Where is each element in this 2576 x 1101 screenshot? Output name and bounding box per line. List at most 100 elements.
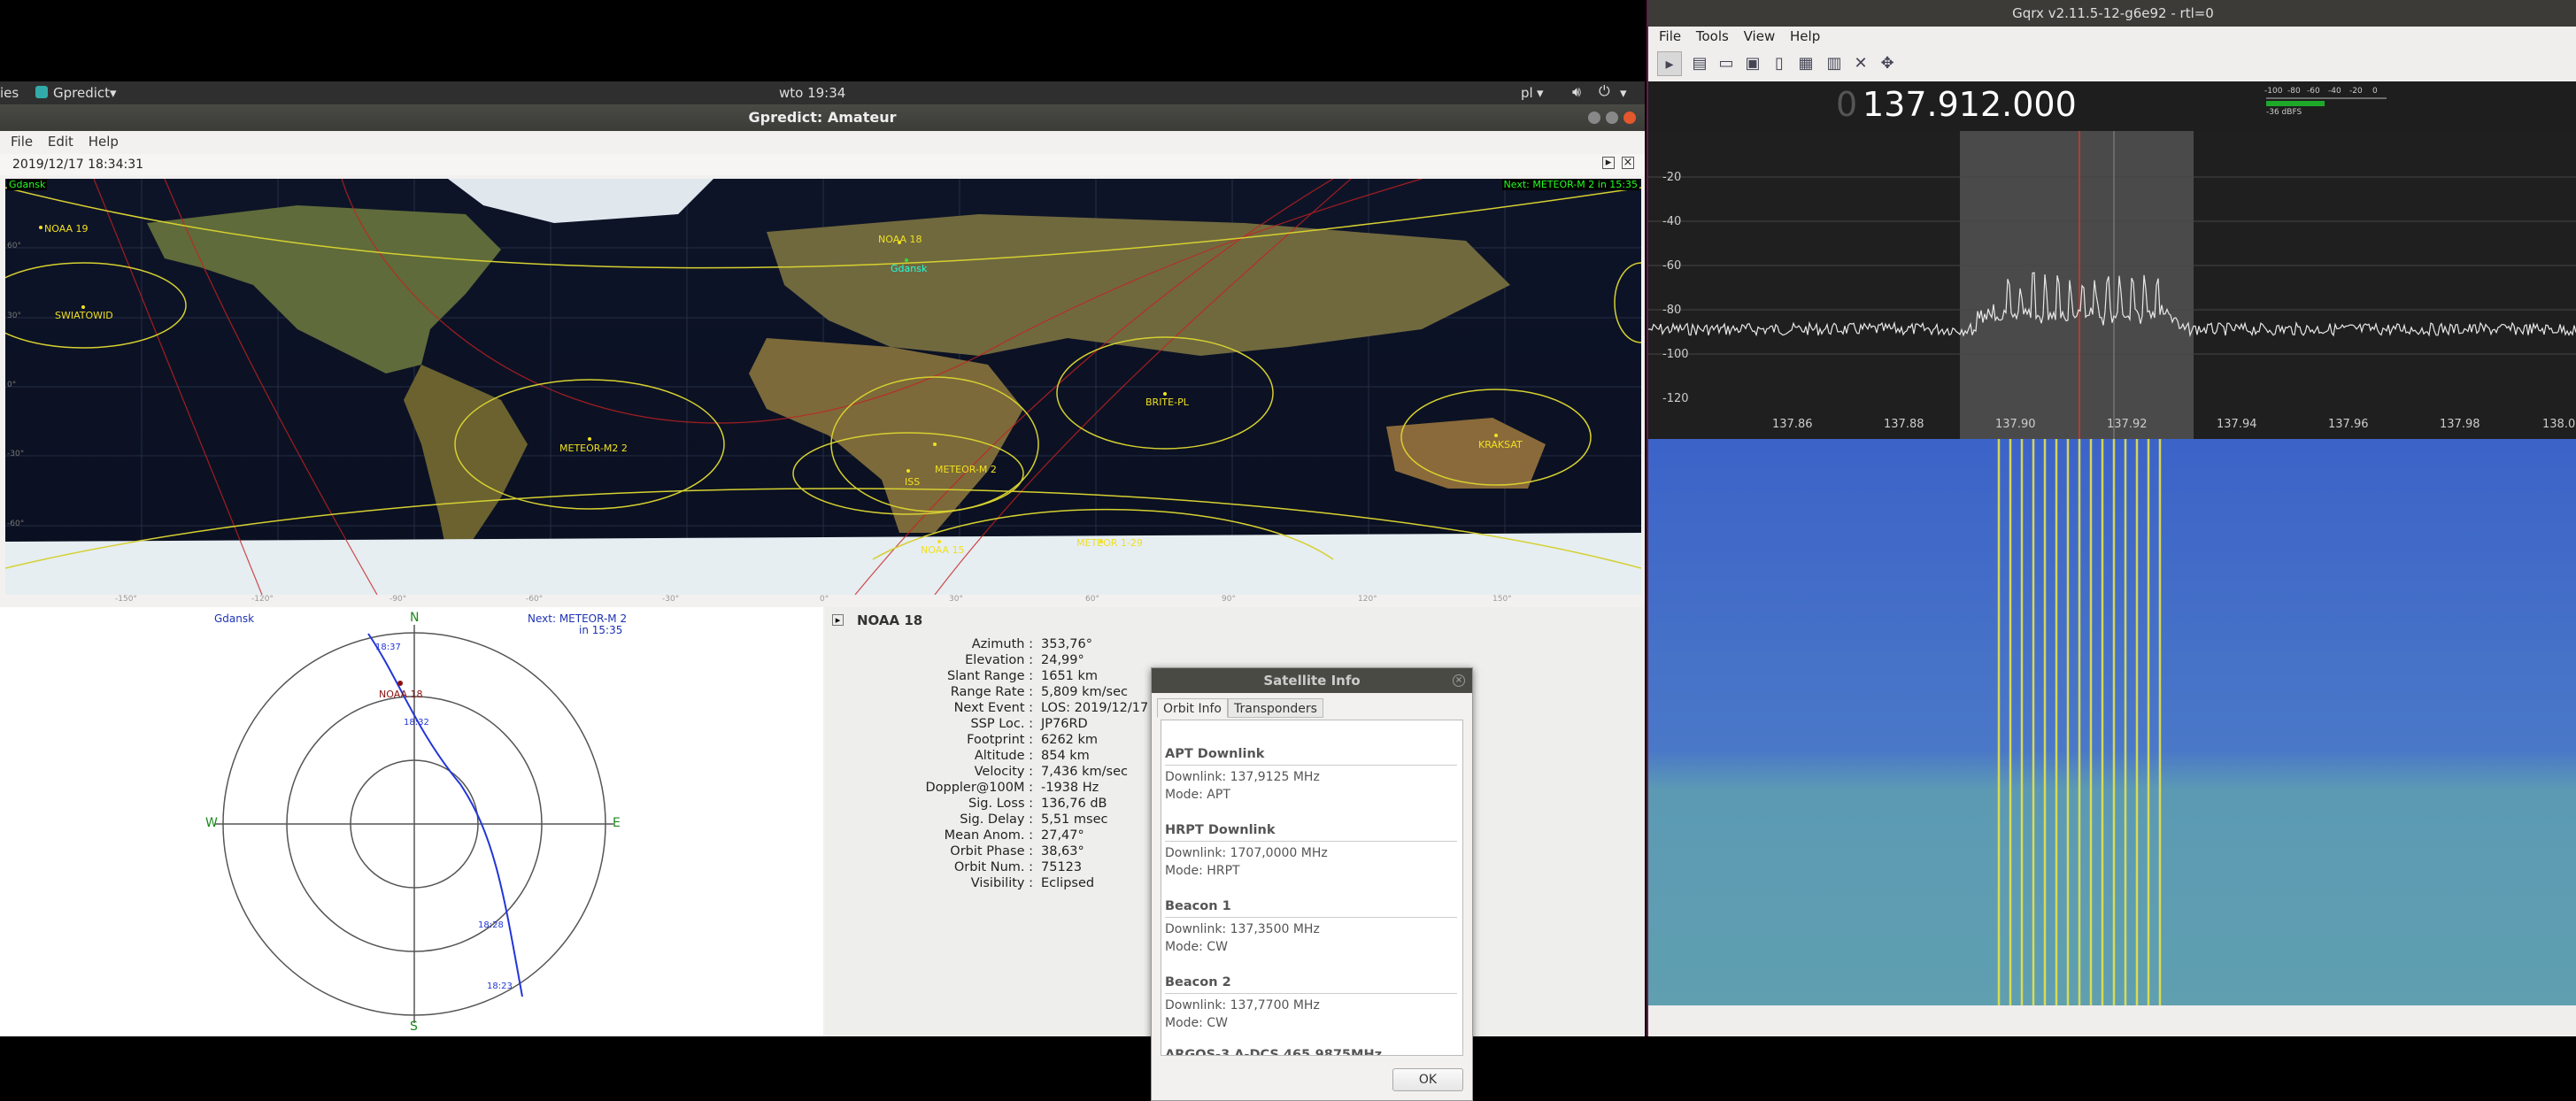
window-title: Gqrx v2.11.5-12-g6e92 - rtl=0 — [2012, 5, 2214, 21]
world-map[interactable]: Gdansk Next: METEOR-M 2 in 15:35 NOAA 19… — [5, 179, 1641, 595]
tab-transponders[interactable]: Transponders — [1228, 698, 1323, 718]
polar-plot — [215, 625, 613, 1023]
module-close-icon[interactable]: × — [1622, 157, 1634, 169]
divider — [1165, 765, 1457, 766]
power-on-icon[interactable]: ▸ — [1657, 51, 1682, 76]
detail-key: Elevation : — [965, 653, 1033, 667]
app-menu-button[interactable]: Gpredict — [53, 85, 110, 101]
lon-label: -60° — [526, 595, 544, 604]
map-sat-label[interactable]: ISS — [905, 476, 920, 488]
y-tick-label: -100 — [1662, 348, 1689, 361]
map-sat-label[interactable]: SWIATOWID — [55, 310, 113, 321]
clock[interactable]: wto 19:34 — [779, 85, 845, 101]
y-tick-label: -20 — [1662, 171, 1682, 184]
detail-key: Velocity : — [974, 765, 1033, 779]
x-tick-label: 137.96 — [2328, 418, 2369, 431]
lat-label: 60° — [7, 242, 21, 250]
map-sat-label[interactable]: METEOR-M2 2 — [559, 443, 628, 454]
module-timestamp: 2019/12/17 18:34:31 ▸ × — [0, 154, 1645, 175]
frequency-prefix[interactable]: 0 — [1836, 85, 1857, 124]
menu-help[interactable]: Help — [89, 131, 119, 152]
detail-row: Azimuth : 353,76° — [825, 637, 1285, 653]
transponder-mode: Mode: CW — [1165, 940, 1228, 954]
document-icon[interactable]: ▯ — [1767, 51, 1792, 76]
gqrx-title-bar: Gqrx v2.11.5-12-g6e92 - rtl=0 — [1648, 0, 2576, 27]
activities-button[interactable]: ies — [0, 85, 19, 101]
device-icon[interactable]: ▤ — [1687, 51, 1712, 76]
fft-spectrum-plot[interactable]: -20 -40 -60 -80 -100 -120 137.86 137.88 … — [1647, 131, 2576, 439]
transponder-downlink: Downlink: 137,7700 MHz — [1165, 998, 1320, 1012]
network-icon[interactable]: ▥ — [1822, 51, 1847, 76]
map-sat-label[interactable]: NOAA 18 — [878, 234, 922, 245]
window-title: Gpredict: Amateur — [748, 109, 897, 126]
transponder-heading: Beacon 1 — [1165, 899, 1231, 913]
module-options-icon[interactable]: ▸ — [1602, 157, 1615, 169]
detail-key: Orbit Phase : — [950, 844, 1033, 858]
tab-orbit-info[interactable]: Orbit Info — [1157, 698, 1228, 718]
map-qth-tag: Gdansk — [7, 179, 48, 190]
lon-label: -120° — [251, 595, 274, 604]
speaker-icon[interactable]: 🔊︎ — [1572, 83, 1581, 101]
menu-file[interactable]: File — [1659, 27, 1681, 46]
details-options-icon[interactable]: ▸ — [832, 614, 844, 626]
maximize-icon[interactable] — [1606, 112, 1618, 124]
transponder-downlink: Downlink: 137,3500 MHz — [1165, 922, 1320, 936]
ok-button[interactable]: OK — [1392, 1068, 1463, 1091]
menu-help[interactable]: Help — [1790, 27, 1820, 46]
dialog-close-icon[interactable]: × — [1453, 674, 1465, 687]
menu-view[interactable]: View — [1744, 27, 1776, 46]
map-sat-label[interactable]: NOAA 15 — [921, 544, 965, 556]
frequency-value[interactable]: 137.912.000 — [1863, 85, 2077, 124]
menu-edit[interactable]: Edit — [48, 131, 73, 152]
x-tick-label: 137.94 — [2217, 418, 2257, 431]
map-sat-label[interactable]: BRITE-PL — [1145, 397, 1189, 408]
menu-tools[interactable]: Tools — [1696, 27, 1729, 46]
map-sat-label[interactable]: KRAKSAT — [1478, 439, 1523, 450]
polar-sat-label[interactable]: NOAA 18 — [379, 689, 423, 700]
detail-value: 1651 km — [1041, 669, 1099, 683]
waterfall-display[interactable] — [1648, 439, 2576, 1005]
spectrum-canvas — [1647, 131, 2576, 439]
signal-meter: -100 -80 -60 -40 -20 0 -36 dBFS — [2264, 87, 2388, 122]
x-tick-label: 137.92 — [2107, 418, 2148, 431]
system-menu-chevron-icon[interactable]: ▾ — [1620, 85, 1627, 101]
y-tick-label: -80 — [1662, 304, 1682, 317]
fullscreen-icon[interactable]: ✥ — [1875, 51, 1900, 76]
polar-time-label: 18:23 — [487, 982, 513, 991]
map-sat-label[interactable]: METEOR 1-29 — [1076, 537, 1143, 549]
detail-key: Visibility : — [970, 876, 1033, 890]
menu-file[interactable]: File — [11, 131, 33, 152]
meter-graphic — [2266, 97, 2387, 106]
transponder-list[interactable]: APT Downlink Downlink: 137,9125 MHz Mode… — [1161, 720, 1463, 1056]
polar-west-label: W — [205, 816, 218, 830]
close-icon[interactable] — [1623, 112, 1636, 124]
polar-next-eta: in 15:35 — [579, 624, 623, 636]
detail-value: 5,51 msec — [1041, 812, 1108, 827]
save-icon[interactable]: ▣ — [1740, 51, 1765, 76]
polar-time-label: 18:32 — [404, 718, 429, 728]
frequency-display[interactable]: 0 137.912.000 -100 -80 -60 -40 -20 0 -36… — [1648, 81, 2576, 131]
lon-label: 30° — [949, 595, 963, 604]
open-icon[interactable]: ▭ — [1714, 51, 1739, 76]
y-tick-label: -120 — [1662, 392, 1689, 405]
tools-icon[interactable]: ✕ — [1848, 51, 1873, 76]
lon-label: 90° — [1222, 595, 1236, 604]
screen-icon[interactable]: ▦ — [1793, 51, 1818, 76]
map-canvas — [5, 179, 1641, 595]
meter-tick: -100 — [2264, 87, 2283, 96]
map-next-event: Next: METEOR-M 2 in 15:35 — [1501, 179, 1639, 190]
gqrx-status-area — [1648, 1005, 2576, 1036]
detail-value: Eclipsed — [1041, 876, 1095, 890]
detail-value: 75123 — [1041, 860, 1083, 874]
polar-view[interactable]: Gdansk Next: METEOR-M 2 in 15:35 N S E W… — [0, 607, 823, 1036]
map-sat-label[interactable]: METEOR-M 2 — [935, 464, 997, 475]
details-sat-name: NOAA 18 — [857, 612, 923, 628]
map-sat-label[interactable]: NOAA 19 — [44, 223, 89, 235]
minimize-icon[interactable] — [1588, 112, 1600, 124]
detail-value: 5,809 km/sec — [1041, 685, 1128, 699]
keyboard-layout[interactable]: pl — [1521, 85, 1533, 101]
meter-tick: -80 — [2287, 87, 2301, 96]
meter-tick: -40 — [2328, 87, 2341, 96]
waterfall-canvas — [1648, 439, 2576, 1005]
power-icon[interactable]: ⏻ — [1599, 82, 1610, 100]
